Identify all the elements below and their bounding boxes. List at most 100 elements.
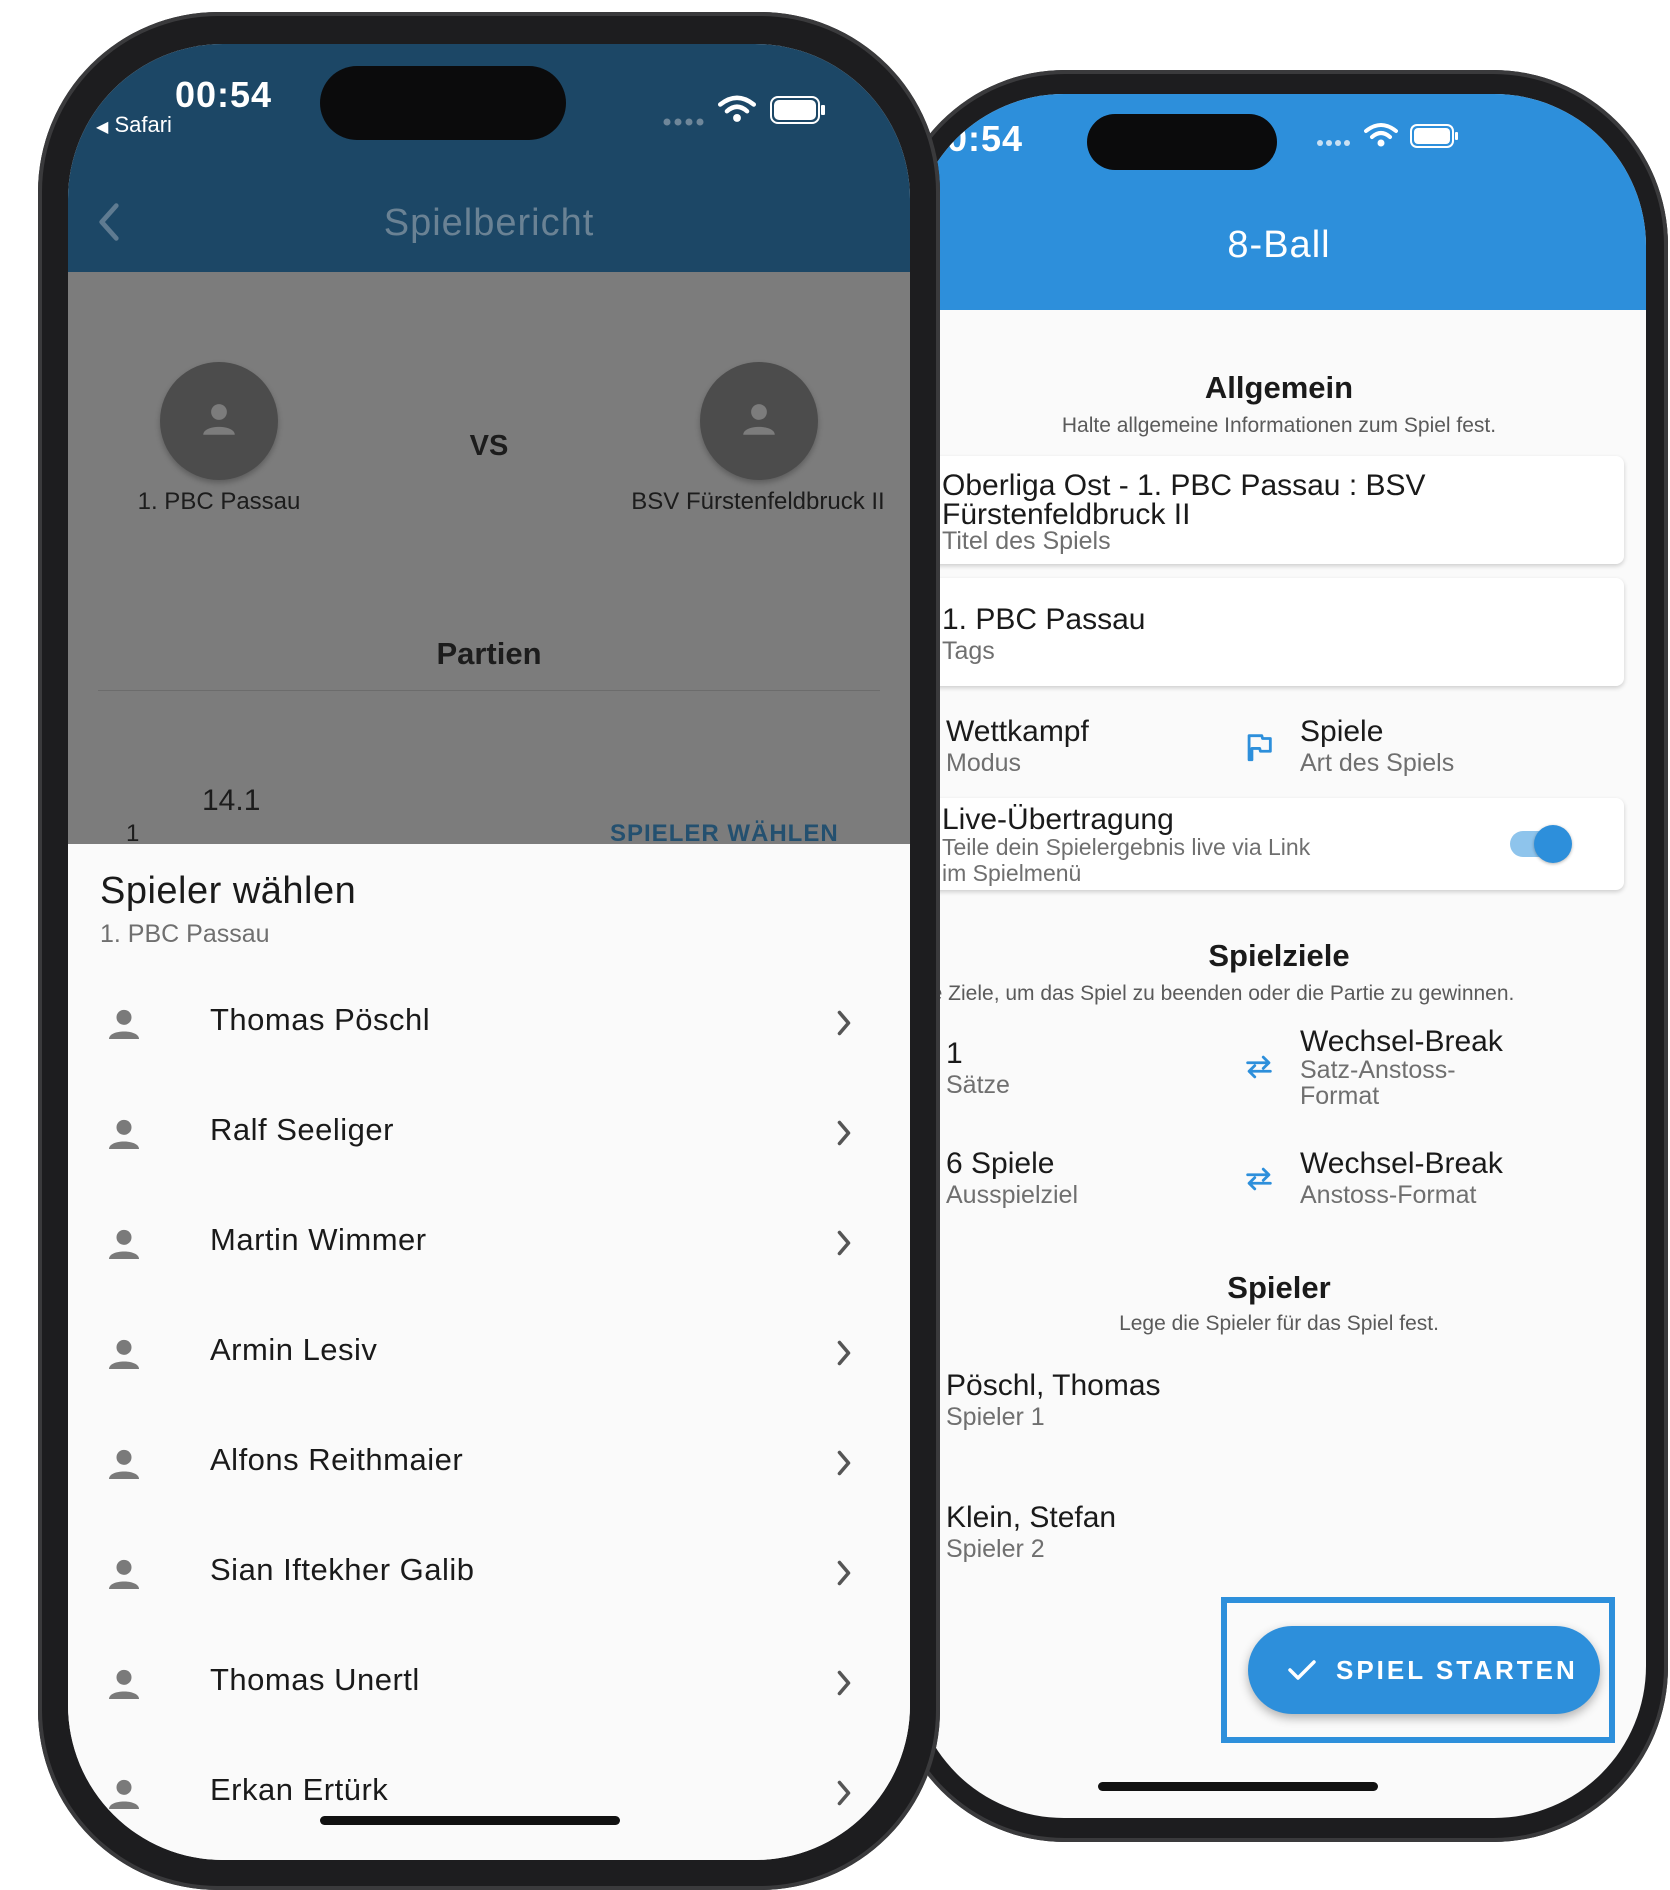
signal-icon <box>663 118 704 126</box>
game-type-label: Art des Spiels <box>1300 749 1455 777</box>
battery-icon <box>770 96 825 124</box>
player-list-item[interactable]: Alfons Reithmaier <box>68 1412 910 1522</box>
set-break-value: Wechsel-Break <box>1300 1025 1503 1058</box>
away-team-name: BSV Fürstenfeldbruck II <box>631 488 885 515</box>
player-list-item[interactable]: Martin Wimmer <box>68 1192 910 1302</box>
app-title: 8-Ball <box>1227 224 1331 266</box>
right-phone-screen: 00:54 8-Ball Allgemein Halte allgemeine … <box>912 94 1646 1818</box>
person-icon <box>109 1119 139 1149</box>
player-name: Thomas Unertl <box>210 1662 420 1697</box>
chevron-right-icon <box>837 1340 851 1366</box>
player-1-name: Pöschl, Thomas <box>946 1369 1161 1402</box>
dynamic-island <box>320 66 566 140</box>
player-name: Sian Iftekher Galib <box>210 1552 475 1587</box>
person-icon <box>109 1449 139 1479</box>
person-icon <box>109 1009 139 1039</box>
start-game-button[interactable]: SPIEL STARTEN <box>1248 1626 1600 1714</box>
chevron-right-icon <box>837 1780 851 1806</box>
sheet-subtitle: 1. PBC Passau <box>100 920 270 948</box>
person-icon <box>743 404 775 435</box>
game-title-label: Titel des Spiels <box>942 527 1111 555</box>
dynamic-island <box>1087 114 1277 170</box>
player-name: Martin Wimmer <box>210 1222 427 1257</box>
section-title-allgemein: Allgemein <box>1204 370 1354 405</box>
start-game-label: SPIEL STARTEN <box>1336 1655 1578 1685</box>
person-icon <box>109 1779 139 1809</box>
chevron-right-icon <box>837 1010 851 1036</box>
swap-arrows-icon <box>1246 1055 1272 1079</box>
set-break-label-line2: Format <box>1300 1082 1380 1110</box>
player-name: Thomas Pöschl <box>210 1002 431 1037</box>
game-title-card[interactable]: Oberliga Ost - 1. PBC Passau : BSV Fürst… <box>912 456 1624 564</box>
chevron-right-icon <box>837 1120 851 1146</box>
chevron-right-icon <box>837 1670 851 1696</box>
flag-icon <box>1247 734 1272 762</box>
game-type-value: Spiele <box>1300 715 1384 748</box>
home-indicator <box>320 1816 620 1825</box>
mode-field[interactable]: Wettkampf Modus <box>912 714 1212 794</box>
mode-value: Wettkampf <box>946 715 1089 748</box>
player-list-item[interactable]: Thomas Pöschl <box>68 972 910 1082</box>
live-stream-desc-line2: im Spielmenü <box>942 860 1082 886</box>
set-break-field[interactable]: Wechsel-Break Satz-Anstoss- Format <box>1242 1024 1622 1134</box>
player-2-name: Klein, Stefan <box>946 1501 1117 1534</box>
player-name: Ralf Seeliger <box>210 1112 394 1147</box>
sets-field[interactable]: 1 Sätze <box>912 1036 1212 1116</box>
player-2-field[interactable]: Klein, Stefan Spieler 2 <box>912 1500 1212 1580</box>
race-field[interactable]: 6 Spiele Ausspielziel <box>912 1146 1212 1226</box>
section-subtitle-allgemein: Halte allgemeine Informationen zum Spiel… <box>1061 414 1497 437</box>
player-list-item[interactable]: Ralf Seeliger <box>68 1082 910 1192</box>
back-to-safari-link[interactable]: ◀ Safari <box>96 112 172 138</box>
tags-card[interactable]: 1. PBC Passau Tags <box>912 578 1624 686</box>
chevron-right-icon <box>837 1450 851 1476</box>
player-1-label: Spieler 1 <box>946 1403 1045 1431</box>
game-type-field[interactable]: Spiele Art des Spiels <box>1242 714 1612 794</box>
left-phone-frame: 00:54 ◀ Safari Spielbericht 1. PBC Passa… <box>38 12 940 1890</box>
left-phone-screen: 00:54 ◀ Safari Spielbericht 1. PBC Passa… <box>68 44 910 1860</box>
section-subtitle-spielziele: ere Ziele, um das Spiel zu beenden oder … <box>912 982 1515 1005</box>
player-2-label: Spieler 2 <box>946 1535 1045 1563</box>
sheet-title: Spieler wählen <box>100 870 357 912</box>
player-list-item[interactable]: Erkan Ertürk <box>68 1742 910 1852</box>
home-team-name: 1. PBC Passau <box>137 488 301 515</box>
person-icon <box>109 1669 139 1699</box>
select-player-sheet: Spieler wählen 1. PBC Passau Thomas Pösc… <box>68 844 910 1860</box>
match-discipline: 14.1 <box>202 784 261 817</box>
wifi-icon <box>718 95 756 122</box>
player-list-item[interactable]: Thomas Unertl <box>68 1632 910 1742</box>
battery-icon <box>1410 124 1458 148</box>
sets-value: 1 <box>946 1037 963 1070</box>
live-stream-toggle-knob[interactable] <box>1534 825 1572 863</box>
player-name: Erkan Ertürk <box>210 1772 389 1807</box>
signal-icon <box>1317 140 1350 146</box>
live-stream-card[interactable]: Live-Übertragung Teile dein Spielergebni… <box>912 798 1624 890</box>
race-label: Ausspielziel <box>946 1181 1079 1209</box>
chevron-right-icon <box>837 1560 851 1586</box>
app-bar: 00:54 ◀ Safari Spielbericht <box>68 44 910 272</box>
app-bar: 00:54 8-Ball <box>912 94 1646 310</box>
person-icon <box>109 1229 139 1259</box>
chevron-right-icon <box>837 1230 851 1256</box>
player-1-field[interactable]: Pöschl, Thomas Spieler 1 <box>912 1368 1212 1448</box>
break-format-label: Anstoss-Format <box>1300 1181 1477 1209</box>
check-icon <box>1288 1660 1316 1680</box>
swap-arrows-icon <box>1246 1167 1272 1191</box>
mode-label: Modus <box>946 749 1022 777</box>
person-icon <box>109 1339 139 1369</box>
section-subtitle-spieler: Lege die Spieler für das Spiel fest. <box>1119 1312 1439 1335</box>
player-list-item[interactable]: Armin Lesiv <box>68 1302 910 1412</box>
break-format-field[interactable]: Wechsel-Break Anstoss-Format <box>1242 1146 1622 1226</box>
status-time: 00:54 <box>175 74 273 115</box>
away-team-avatar <box>700 362 818 480</box>
status-time: 00:54 <box>926 118 1024 159</box>
section-title-spielziele: Spielziele <box>1208 938 1350 973</box>
break-format-value: Wechsel-Break <box>1300 1147 1503 1180</box>
divider <box>98 690 880 691</box>
race-value: 6 Spiele <box>946 1147 1055 1180</box>
tags-label: Tags <box>942 637 995 665</box>
back-triangle-icon: ◀ <box>96 119 109 136</box>
dimmed-match-report[interactable]: 1. PBC Passau VS BSV Fürstenfeldbruck II… <box>68 272 910 847</box>
player-list-item[interactable]: Sian Iftekher Galib <box>68 1522 910 1632</box>
right-phone-frame: 00:54 8-Ball Allgemein Halte allgemeine … <box>890 70 1668 1842</box>
section-title-spieler: Spieler <box>1227 1270 1331 1305</box>
